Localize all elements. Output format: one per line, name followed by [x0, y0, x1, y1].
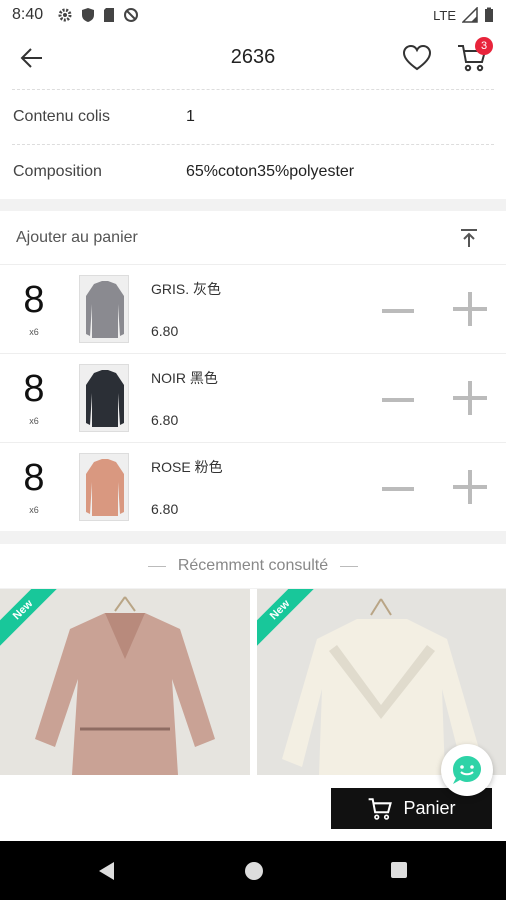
sim-icon: [104, 8, 115, 22]
divider: [147, 565, 166, 567]
item-quantity: 8: [23, 368, 45, 410]
detail-label: Composition: [13, 163, 102, 180]
item-multiplier: x6: [29, 505, 39, 515]
cart-icon: [369, 797, 393, 820]
increase-button[interactable]: [450, 378, 490, 418]
item-price: 6.80: [151, 501, 179, 517]
item-quantity: 8: [23, 457, 45, 499]
status-icons: [57, 7, 139, 23]
status-right: LTE: [433, 7, 494, 23]
detail-label: Contenu colis: [13, 108, 110, 125]
sweater-image: [86, 459, 124, 516]
divider: [340, 565, 359, 567]
detail-row-composition: Composition 65%coton35%polyester: [0, 144, 506, 200]
add-to-cart-section: Ajouter au panier 8 x6 GRIS. 灰色 6.80 8 x…: [0, 211, 506, 531]
add-to-cart-title: Ajouter au panier: [16, 228, 138, 246]
no-disturb-icon: [124, 8, 139, 22]
item-thumbnail: [79, 275, 129, 343]
cart-item: 8 x6 GRIS. 灰色 6.80: [0, 265, 506, 354]
screen: 8:40 LTE 2636 3 Contenu colis 1 Composit…: [0, 0, 506, 900]
product-details: Contenu colis 1 Composition 65%coton35%p…: [0, 85, 506, 199]
status-time: 8:40: [12, 6, 44, 23]
gear-icon: [58, 8, 72, 22]
status-bar: 8:40 LTE: [0, 0, 506, 30]
nav-recents-icon[interactable]: [389, 860, 409, 880]
item-thumbnail: [79, 364, 129, 432]
nav-back-icon[interactable]: [96, 860, 118, 882]
nav-home-icon[interactable]: [243, 860, 265, 882]
decrease-button[interactable]: [380, 382, 416, 418]
scroll-to-top-icon[interactable]: [458, 227, 480, 249]
add-to-cart-header: Ajouter au panier: [0, 211, 506, 265]
cart-item: 8 x6 NOIR 黑色 6.80: [0, 354, 506, 443]
cart-count-badge: 3: [475, 37, 493, 55]
item-multiplier: x6: [29, 327, 39, 337]
sweater-image: [86, 370, 124, 427]
panier-label: Panier: [403, 798, 456, 818]
battery-icon: [485, 7, 493, 22]
detail-value: 65%coton35%polyester: [186, 163, 355, 180]
cart-item: 8 x6 ROSE 粉色 6.80: [0, 443, 506, 532]
item-multiplier: x6: [29, 416, 39, 426]
detail-row-contenu: Contenu colis 1: [0, 89, 506, 145]
increase-button[interactable]: [450, 289, 490, 329]
item-price: 6.80: [151, 412, 179, 428]
item-name: NOIR 黑色: [151, 370, 218, 386]
chat-button[interactable]: [441, 744, 493, 796]
network-label: LTE: [433, 7, 456, 23]
detail-value: 1: [186, 108, 195, 125]
recently-viewed-header: Récemment consulté: [0, 544, 506, 588]
signal-icon: [462, 7, 478, 23]
item-quantity: 8: [23, 279, 45, 321]
item-name: GRIS. 灰色: [151, 281, 222, 297]
recently-viewed-title: Récemment consulté: [177, 557, 329, 574]
heart-icon[interactable]: [402, 43, 432, 73]
item-name: ROSE 粉色: [151, 459, 223, 475]
system-nav-bar: [0, 841, 506, 900]
product-card[interactable]: New: [0, 589, 250, 775]
decrease-button[interactable]: [380, 293, 416, 329]
sweater-image: [86, 281, 124, 338]
app-bar: 2636 3: [0, 30, 506, 85]
decrease-button[interactable]: [380, 471, 416, 507]
item-price: 6.80: [151, 323, 179, 339]
chat-icon: [453, 756, 481, 784]
recent-products: New New: [0, 589, 506, 775]
increase-button[interactable]: [450, 467, 490, 507]
product-image-floral-dress: [0, 589, 250, 775]
shield-icon: [82, 8, 95, 22]
item-thumbnail: [79, 453, 129, 521]
